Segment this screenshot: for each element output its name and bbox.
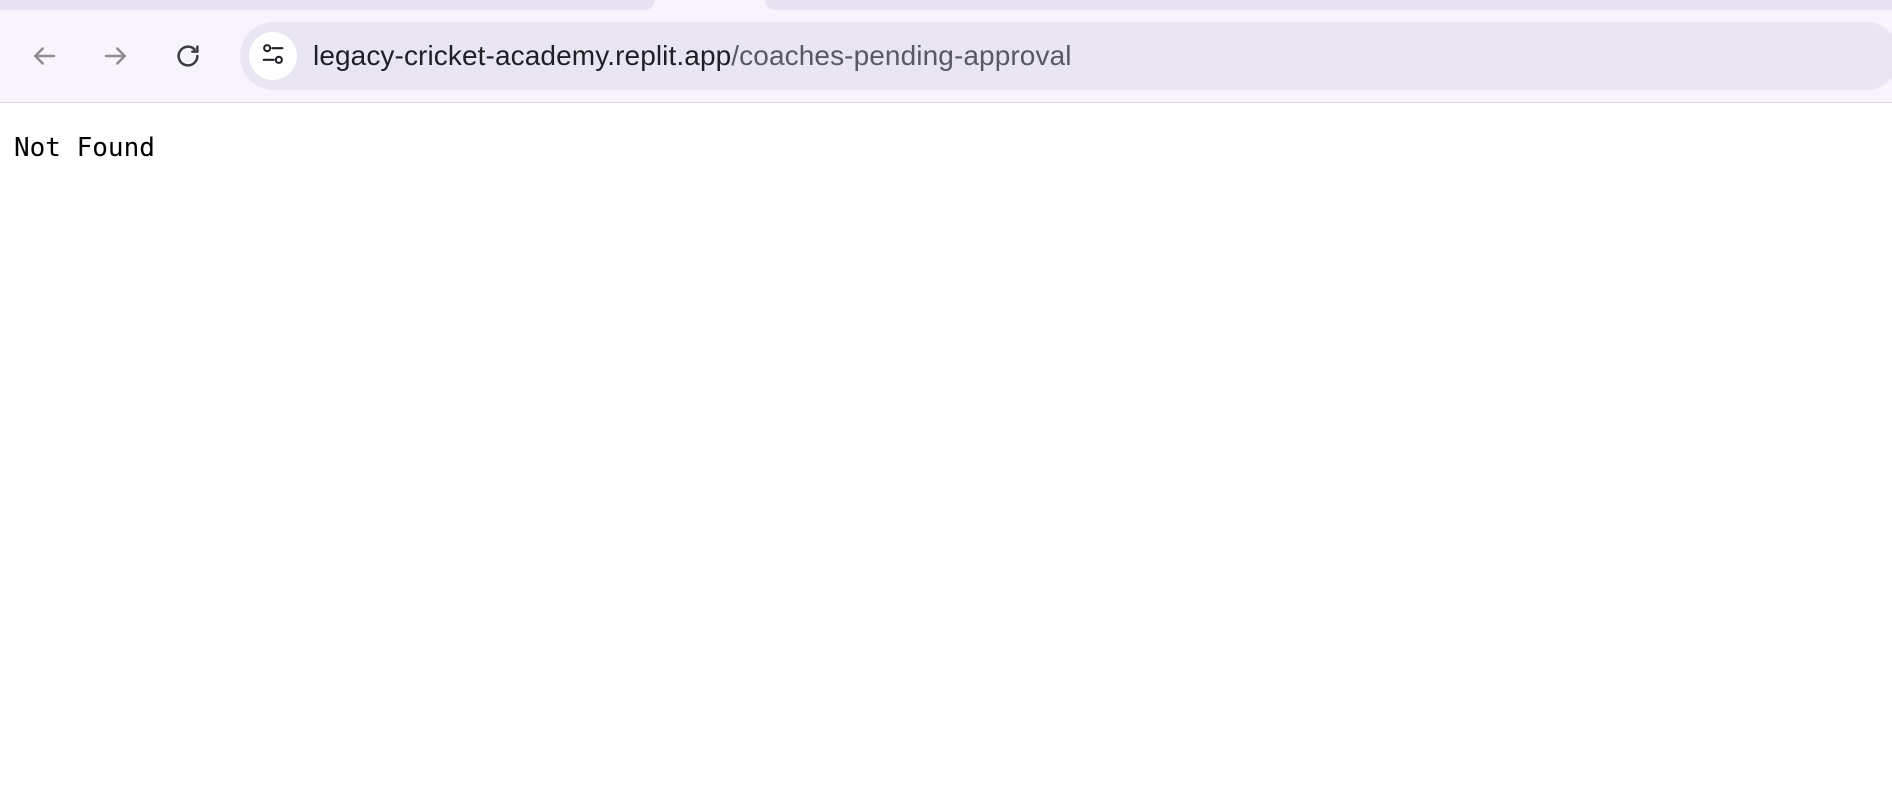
tune-icon	[259, 40, 287, 73]
tab-strip	[0, 0, 1892, 10]
arrow-right-icon	[101, 41, 131, 71]
reload-icon	[173, 41, 203, 71]
back-button[interactable]	[21, 33, 67, 79]
forward-button[interactable]	[93, 33, 139, 79]
url-path: /coaches-pending-approval	[731, 40, 1072, 71]
page-content: Not Found	[0, 103, 1892, 788]
tab-inactive-right[interactable]	[765, 0, 1892, 10]
browser-toolbar: legacy-cricket-academy.replit.app/coache…	[0, 0, 1892, 103]
reload-button[interactable]	[165, 33, 211, 79]
site-info-button[interactable]	[249, 32, 297, 80]
url-text[interactable]: legacy-cricket-academy.replit.app/coache…	[313, 22, 1072, 90]
not-found-message: Not Found	[14, 133, 155, 163]
address-bar[interactable]: legacy-cricket-academy.replit.app/coache…	[240, 22, 1892, 90]
arrow-left-icon	[29, 41, 59, 71]
tab-inactive-left[interactable]	[0, 0, 655, 10]
url-host: legacy-cricket-academy.replit.app	[313, 40, 732, 71]
